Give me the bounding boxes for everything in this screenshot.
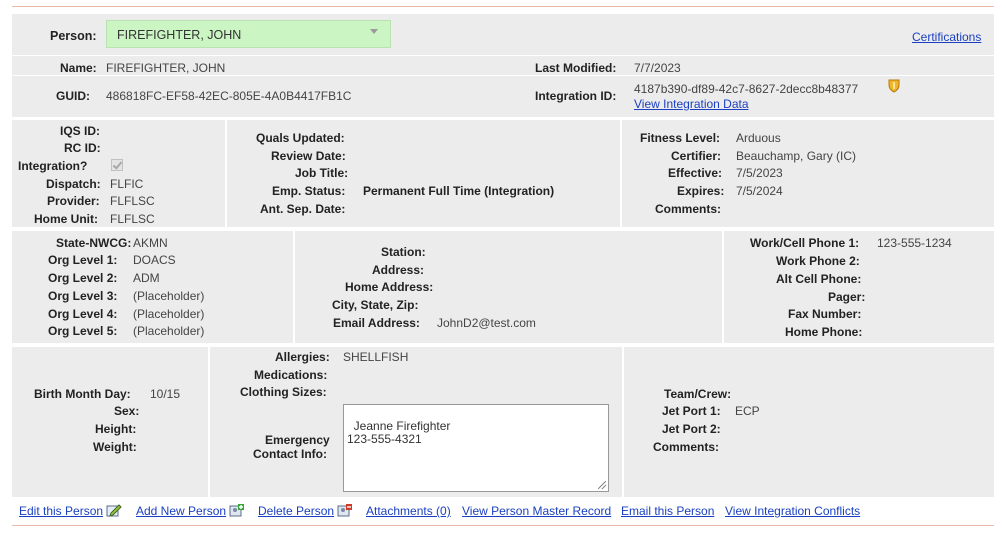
alt-cell-phone-label: Alt Cell Phone: bbox=[776, 272, 862, 286]
org-level-2-label: Org Level 2: bbox=[48, 271, 118, 285]
weight-label: Weight: bbox=[93, 440, 137, 454]
chevron-down-icon bbox=[370, 29, 378, 34]
guid-label: GUID: bbox=[56, 89, 90, 103]
org-level-3-value: (Placeholder) bbox=[133, 289, 205, 303]
height-label: Height: bbox=[95, 422, 137, 436]
email-person-link[interactable]: Email this Person bbox=[621, 504, 714, 518]
effective-label: Effective: bbox=[668, 166, 723, 180]
bottom-divider bbox=[12, 525, 994, 526]
delete-person-link[interactable]: Delete Person bbox=[258, 504, 353, 518]
integration-id-label: Integration ID: bbox=[535, 89, 617, 103]
iqs-id-label: IQS ID: bbox=[60, 124, 101, 138]
job-title-label: Job Title: bbox=[295, 166, 349, 180]
clothing-sizes-label: Clothing Sizes: bbox=[240, 385, 327, 399]
contact-info-label: Contact Info: bbox=[253, 447, 327, 461]
view-integration-data-link[interactable]: View Integration Data bbox=[634, 97, 749, 111]
delete-person-icon[interactable] bbox=[337, 504, 353, 517]
emp-status-label: Emp. Status: bbox=[272, 184, 346, 198]
emergency-label: Emergency bbox=[265, 433, 330, 447]
home-unit-value: FLFLSC bbox=[110, 212, 155, 226]
work-phone-2-label: Work Phone 2: bbox=[776, 254, 860, 268]
view-integration-conflicts-link[interactable]: View Integration Conflicts bbox=[725, 504, 860, 518]
allergies-label: Allergies: bbox=[275, 350, 330, 364]
sex-label: Sex: bbox=[114, 404, 140, 418]
ids-panel bbox=[12, 120, 994, 227]
birth-month-day-value: 10/15 bbox=[150, 387, 181, 401]
last-modified-value: 7/7/2023 bbox=[634, 61, 681, 75]
view-person-master-record-link[interactable]: View Person Master Record bbox=[462, 504, 611, 518]
expires-value: 7/5/2024 bbox=[736, 184, 783, 198]
edit-person-link[interactable]: Edit this Person bbox=[19, 504, 122, 518]
jet-port-1-value: ECP bbox=[735, 404, 760, 418]
state-nwcg-label: State-NWCG: bbox=[56, 236, 132, 250]
name-value: FIREFIGHTER, JOHN bbox=[106, 61, 226, 75]
effective-value: 7/5/2023 bbox=[736, 166, 783, 180]
fitness-comments-label: Comments: bbox=[655, 202, 722, 216]
org-level-4-label: Org Level 4: bbox=[48, 307, 118, 321]
email-address-value: JohnD2@test.com bbox=[437, 316, 536, 330]
quals-updated-label: Quals Updated: bbox=[256, 131, 345, 145]
dispatch-label: Dispatch: bbox=[46, 177, 101, 191]
home-unit-label: Home Unit: bbox=[34, 212, 98, 226]
pager-label: Pager: bbox=[828, 290, 866, 304]
add-new-person-link[interactable]: Add New Person bbox=[136, 504, 245, 518]
provider-label: Provider: bbox=[47, 194, 100, 208]
review-date-label: Review Date: bbox=[271, 149, 346, 163]
station-label: Station: bbox=[381, 245, 426, 259]
person-select[interactable]: FIREFIGHTER, JOHN bbox=[106, 20, 391, 48]
work-cell-phone-value: 123-555-1234 bbox=[877, 236, 952, 250]
name-label: Name: bbox=[60, 61, 97, 75]
home-phone-label: Home Phone: bbox=[785, 325, 863, 339]
team-comments-label: Comments: bbox=[653, 440, 720, 454]
person-label: Person: bbox=[50, 29, 97, 43]
top-divider bbox=[12, 6, 994, 7]
emergency-contact-textarea[interactable]: Jeanne Firefighter 123-555-4321 bbox=[343, 404, 609, 492]
fitness-level-value: Arduous bbox=[736, 131, 781, 145]
state-nwcg-value: AKMN bbox=[133, 236, 168, 250]
address-label: Address: bbox=[372, 263, 425, 277]
email-address-label: Email Address: bbox=[333, 316, 420, 330]
guid-value: 486818FC-EF58-42EC-805E-4A0B4417FB1C bbox=[106, 89, 352, 103]
jet-port-1-label: Jet Port 1: bbox=[662, 404, 721, 418]
edit-icon[interactable] bbox=[106, 504, 122, 517]
org-level-4-value: (Placeholder) bbox=[133, 307, 205, 321]
org-level-5-value: (Placeholder) bbox=[133, 324, 205, 338]
attachments-link[interactable]: Attachments (0) bbox=[366, 504, 451, 518]
shield-icon bbox=[888, 79, 900, 96]
integration-label: Integration? bbox=[18, 159, 88, 173]
provider-value: FLFLSC bbox=[110, 194, 155, 208]
city-state-zip-label: City, State, Zip: bbox=[332, 298, 419, 312]
certifier-value: Beauchamp, Gary (IC) bbox=[736, 149, 857, 163]
last-modified-label: Last Modified: bbox=[535, 61, 617, 75]
allergies-value: SHELLFISH bbox=[343, 350, 409, 364]
org-level-2-value: ADM bbox=[133, 271, 160, 285]
jet-port-2-label: Jet Port 2: bbox=[662, 422, 721, 436]
certifier-label: Certifier: bbox=[671, 149, 722, 163]
ant-sep-date-label: Ant. Sep. Date: bbox=[260, 202, 346, 216]
org-level-5-label: Org Level 5: bbox=[48, 324, 118, 338]
work-cell-phone-label: Work/Cell Phone 1: bbox=[750, 236, 860, 250]
home-address-label: Home Address: bbox=[345, 280, 434, 294]
integration-id-value: 4187b390-df89-42c7-8627-2decc8b48377 bbox=[634, 82, 859, 96]
rc-id-label: RC ID: bbox=[64, 141, 101, 155]
expires-label: Expires: bbox=[677, 184, 725, 198]
org-level-1-label: Org Level 1: bbox=[48, 253, 118, 267]
add-person-icon[interactable] bbox=[229, 504, 245, 517]
birth-month-day-label: Birth Month Day: bbox=[34, 387, 131, 401]
integration-checkbox[interactable] bbox=[111, 159, 123, 171]
team-crew-label: Team/Crew: bbox=[664, 387, 732, 401]
fax-number-label: Fax Number: bbox=[788, 307, 862, 321]
org-level-3-label: Org Level 3: bbox=[48, 289, 118, 303]
dispatch-value: FLFIC bbox=[110, 177, 144, 191]
certifications-link[interactable]: Certifications bbox=[912, 30, 981, 44]
medications-label: Medications: bbox=[254, 368, 328, 382]
resize-grip-icon[interactable] bbox=[598, 481, 606, 489]
emp-status-value: Permanent Full Time (Integration) bbox=[363, 184, 555, 198]
org-level-1-value: DOACS bbox=[133, 253, 176, 267]
fitness-level-label: Fitness Level: bbox=[640, 131, 721, 145]
